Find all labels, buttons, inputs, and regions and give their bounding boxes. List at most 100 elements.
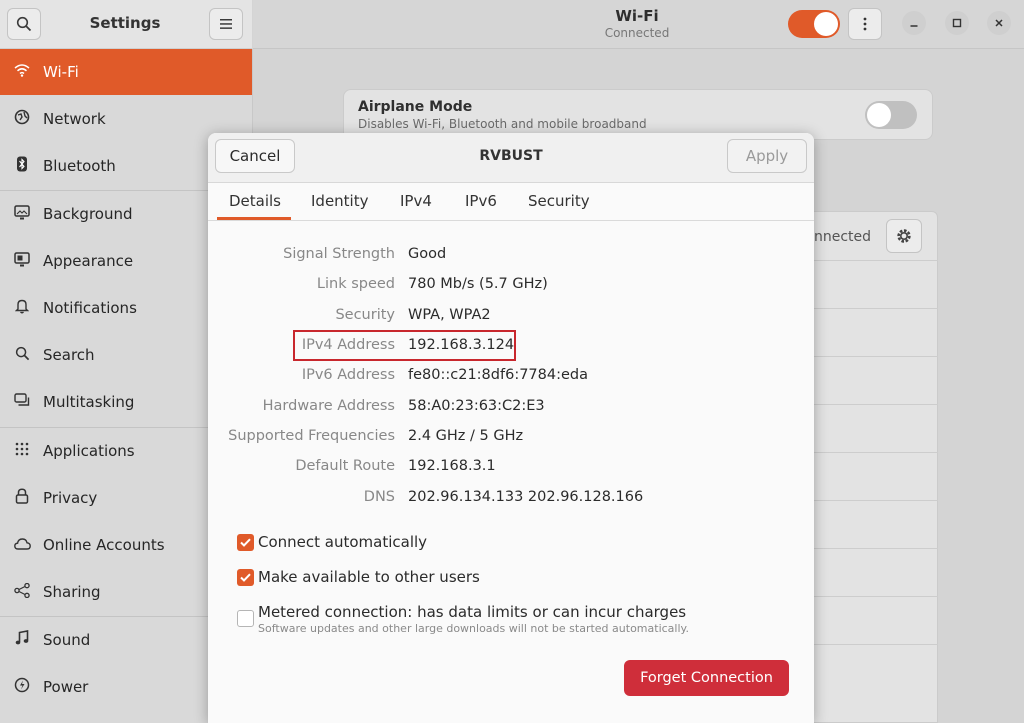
sidebar-item-label: Search bbox=[43, 346, 95, 364]
dns-label: DNS bbox=[363, 489, 395, 505]
more-options-button[interactable] bbox=[848, 8, 882, 40]
dialog-tabs: Details Identity IPv4 IPv6 Security bbox=[208, 183, 814, 221]
link-speed-value: 780 Mb/s (5.7 GHz) bbox=[408, 276, 548, 292]
connection-status: Connected bbox=[604, 26, 670, 40]
ipv6-address-value: fe80::c21:8df6:7784:eda bbox=[408, 367, 588, 383]
background-icon bbox=[11, 204, 33, 224]
sidebar-item-label: Power bbox=[43, 678, 89, 696]
sidebar-item-label: Network bbox=[43, 110, 106, 128]
dialog-header: Cancel RVBUST Apply bbox=[208, 133, 814, 183]
toggle-knob bbox=[867, 103, 891, 127]
list-divider bbox=[814, 404, 938, 405]
kebab-menu-icon bbox=[863, 17, 867, 31]
connect-automatically-label[interactable]: Connect automatically bbox=[258, 533, 427, 551]
toggle-knob bbox=[814, 12, 838, 36]
apply-button[interactable]: Apply bbox=[727, 139, 807, 173]
supported-frequencies-value: 2.4 GHz / 5 GHz bbox=[408, 428, 524, 444]
network-icon bbox=[11, 109, 33, 129]
active-tab-indicator bbox=[217, 217, 291, 220]
network-settings-button[interactable] bbox=[886, 219, 922, 253]
metered-connection-label[interactable]: Metered connection: has data limits or c… bbox=[258, 603, 686, 621]
grid-icon bbox=[11, 442, 33, 460]
cancel-button[interactable]: Cancel bbox=[215, 139, 295, 173]
sidebar-item-wifi[interactable]: Wi-Fi bbox=[0, 49, 252, 95]
maximize-button[interactable] bbox=[945, 11, 969, 35]
music-note-icon bbox=[11, 630, 33, 650]
airplane-mode-title: Airplane Mode bbox=[358, 99, 473, 115]
share-icon bbox=[11, 582, 33, 602]
list-divider bbox=[814, 308, 938, 309]
list-divider bbox=[814, 356, 938, 357]
tab-details[interactable]: Details bbox=[229, 192, 281, 210]
available-to-others-checkbox[interactable] bbox=[237, 569, 254, 586]
default-route-value: 192.168.3.1 bbox=[408, 458, 496, 474]
close-button[interactable] bbox=[987, 11, 1011, 35]
dns-value: 202.96.134.133 202.96.128.166 bbox=[408, 489, 644, 505]
checkmark-icon bbox=[240, 573, 251, 582]
default-route-label: Default Route bbox=[295, 458, 395, 474]
checkmark-icon bbox=[240, 538, 251, 547]
ipv4-address-label: IPv4 Address bbox=[301, 337, 395, 353]
power-icon bbox=[11, 677, 33, 697]
supported-frequencies-label: Supported Frequencies bbox=[228, 428, 395, 444]
wifi-toggle[interactable] bbox=[788, 10, 840, 38]
tab-ipv4[interactable]: IPv4 bbox=[400, 192, 432, 210]
tab-identity[interactable]: Identity bbox=[311, 192, 369, 210]
lock-icon bbox=[11, 488, 33, 508]
close-icon bbox=[995, 19, 1003, 27]
link-speed-label: Link speed bbox=[316, 276, 395, 292]
network-status-text: nnected bbox=[814, 229, 872, 245]
maximize-icon bbox=[952, 18, 962, 28]
forget-connection-button[interactable]: Forget Connection bbox=[624, 660, 789, 696]
network-details-dialog: Cancel RVBUST Apply Details Identity IPv… bbox=[208, 133, 814, 723]
list-divider bbox=[814, 596, 938, 597]
tab-ipv6[interactable]: IPv6 bbox=[465, 192, 497, 210]
sidebar-item-label: Applications bbox=[43, 442, 135, 460]
signal-strength-value: Good bbox=[408, 246, 447, 262]
bell-icon bbox=[11, 298, 33, 318]
signal-strength-label: Signal Strength bbox=[283, 246, 395, 262]
page-title: Wi-Fi bbox=[615, 7, 659, 25]
ipv4-address-value: 192.168.3.124 bbox=[408, 337, 515, 353]
list-divider bbox=[814, 260, 938, 261]
list-divider bbox=[814, 452, 938, 453]
sidebar-header: Settings bbox=[0, 0, 252, 49]
cloud-icon bbox=[11, 536, 33, 554]
appearance-icon bbox=[11, 251, 33, 271]
search-button[interactable] bbox=[7, 8, 41, 40]
connect-automatically-checkbox[interactable] bbox=[237, 534, 254, 551]
metered-connection-description: Software updates and other large downloa… bbox=[258, 622, 689, 635]
sidebar-item-label: Sound bbox=[43, 631, 91, 649]
menu-button[interactable] bbox=[209, 8, 243, 40]
hardware-address-label: Hardware Address bbox=[262, 398, 395, 414]
search-icon bbox=[16, 16, 32, 32]
bluetooth-icon bbox=[11, 156, 33, 176]
sidebar-item-label: Privacy bbox=[43, 489, 98, 507]
minimize-button[interactable] bbox=[902, 11, 926, 35]
metered-connection-checkbox[interactable] bbox=[237, 610, 254, 627]
airplane-mode-toggle[interactable] bbox=[865, 101, 917, 129]
minimize-icon bbox=[910, 25, 918, 27]
dialog-title: RVBUST bbox=[479, 148, 543, 164]
sidebar-item-label: Notifications bbox=[43, 299, 137, 317]
sidebar-title: Settings bbox=[89, 14, 161, 32]
security-value: WPA, WPA2 bbox=[408, 307, 491, 323]
sidebar-item-label: Wi-Fi bbox=[43, 63, 79, 81]
wifi-icon bbox=[11, 63, 33, 81]
list-divider bbox=[814, 644, 938, 645]
multitasking-icon bbox=[11, 393, 33, 411]
tab-security[interactable]: Security bbox=[528, 192, 590, 210]
search-icon bbox=[11, 346, 33, 365]
available-to-others-label[interactable]: Make available to other users bbox=[258, 568, 480, 586]
ipv6-address-label: IPv6 Address bbox=[301, 367, 395, 383]
airplane-mode-description: Disables Wi-Fi, Bluetooth and mobile bro… bbox=[358, 117, 647, 131]
sidebar-item-label: Appearance bbox=[43, 252, 134, 270]
security-label: Security bbox=[335, 307, 395, 323]
gear-icon bbox=[897, 229, 911, 243]
sidebar-item-label: Background bbox=[43, 205, 133, 223]
hardware-address-value: 58:A0:23:63:C2:E3 bbox=[408, 398, 545, 414]
list-divider bbox=[814, 500, 938, 501]
hamburger-icon bbox=[220, 19, 232, 29]
sidebar-item-label: Bluetooth bbox=[43, 157, 116, 175]
sidebar-item-label: Online Accounts bbox=[43, 536, 165, 554]
